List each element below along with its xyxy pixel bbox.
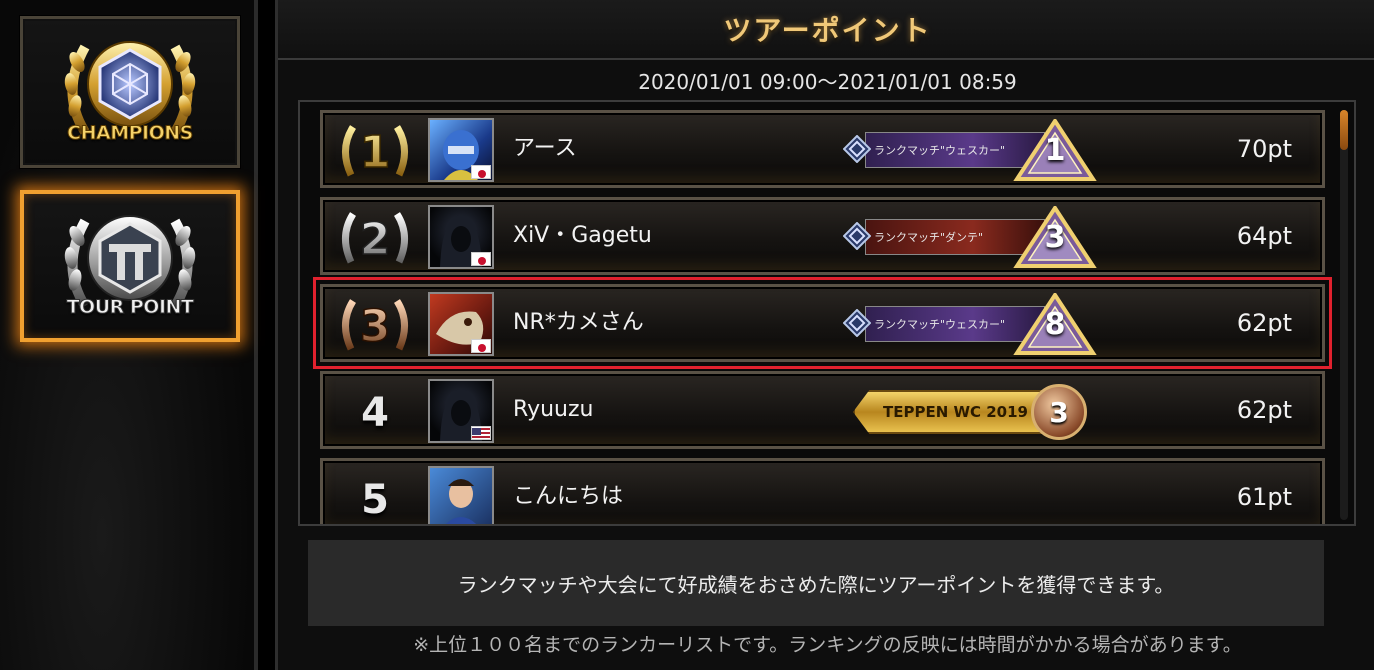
- points-value: 64pt: [1236, 222, 1292, 250]
- points-value: 62pt: [1236, 309, 1292, 337]
- rank-number: 2: [360, 214, 391, 265]
- japan-flag-icon: [471, 252, 491, 266]
- points-value: 62pt: [1236, 396, 1292, 424]
- info-box: ランクマッチや大会にて好成績をおさめた際にツアーポイントを獲得できます。: [308, 540, 1324, 626]
- badge-number: 3: [1049, 395, 1069, 429]
- avatar[interactable]: [428, 379, 494, 443]
- player-name: アース: [513, 136, 577, 161]
- badge-number: 8: [1044, 307, 1066, 342]
- champions-label: CHAMPIONS: [67, 122, 194, 145]
- us-flag-icon: [471, 426, 491, 440]
- player-name: Ryuuzu: [513, 397, 594, 422]
- japan-flag-icon: [471, 165, 491, 179]
- wc-badge-text: TEPPEN WC 2019: [882, 403, 1028, 421]
- avatar[interactable]: [428, 118, 494, 182]
- rank-badge: ランクマッチ"ウェスカー" 8: [843, 293, 1103, 355]
- sidebar: CHAMPIONS TOUR POINT: [0, 0, 258, 670]
- period-text: 2020/01/01 09:00～2021/01/01 08:59: [638, 70, 1017, 94]
- rank-number: 5: [361, 477, 389, 523]
- ranking-row[interactable]: 1 アース ランクマッチ"ウェスカー" 1 70pt: [320, 110, 1325, 188]
- player-name: こんにちは: [513, 484, 624, 509]
- wc-badge: TEPPEN WC 2019 3: [853, 382, 1103, 440]
- diamond-icon: [843, 135, 871, 163]
- page-title: ツアーポイント: [723, 14, 932, 47]
- japan-flag-icon: [471, 339, 491, 353]
- info-message: ランクマッチや大会にて好成績をおさめた際にツアーポイントを獲得できます。: [457, 572, 1175, 597]
- tour-point-label: TOUR POINT: [66, 296, 194, 319]
- rank-bronze-medal-icon: 3: [337, 293, 413, 355]
- tour-point-button[interactable]: TOUR POINT: [20, 190, 240, 342]
- rank-number: 1: [360, 127, 391, 178]
- rank-badge: ランクマッチ"ウェスカー" 1: [843, 119, 1103, 181]
- rank-number: 3: [360, 301, 391, 352]
- champions-button[interactable]: CHAMPIONS: [20, 16, 240, 168]
- champions-emblem-icon: CHAMPIONS: [45, 22, 215, 162]
- rank-badge: ランクマッチ"ダンテ" 3: [843, 206, 1103, 268]
- avatar[interactable]: [428, 205, 494, 269]
- scrollbar[interactable]: [1340, 110, 1348, 520]
- ranking-row[interactable]: 5 こんにちは 61pt: [320, 458, 1325, 524]
- title-bar: ツアーポイント: [278, 0, 1374, 60]
- tour-point-emblem-icon: TOUR POINT: [45, 196, 215, 336]
- wc-plate: TEPPEN WC 2019: [853, 390, 1058, 434]
- ranking-list[interactable]: 1 アース ランクマッチ"ウェスカー" 1 70pt 2 XiV・Gagetu …: [298, 100, 1356, 526]
- diamond-icon: [843, 222, 871, 250]
- rank-silver-medal-icon: 2: [337, 206, 413, 268]
- ranking-row-highlighted[interactable]: 3 NR*カメさん ランクマッチ"ウェスカー" 8 62pt: [313, 277, 1332, 369]
- scrollbar-thumb[interactable]: [1340, 110, 1348, 150]
- rank-gold-medal-icon: 1: [337, 119, 413, 181]
- wc-medal-icon: 3: [1031, 384, 1087, 440]
- avatar[interactable]: [428, 292, 494, 356]
- avatar[interactable]: [428, 466, 494, 524]
- ranking-row[interactable]: 4 Ryuuzu TEPPEN WC 2019 3 62pt: [320, 371, 1325, 449]
- footnote: ※上位１００名までのランカーリストです。ランキングの反映には時間がかかる場合があ…: [413, 634, 1242, 656]
- diamond-icon: [843, 309, 871, 337]
- player-name: XiV・Gagetu: [513, 223, 652, 248]
- tour-point-panel: ツアーポイント 2020/01/01 09:00～2021/01/01 08:5…: [275, 0, 1374, 670]
- badge-number: 3: [1044, 220, 1066, 255]
- points-value: 61pt: [1236, 483, 1292, 511]
- ranking-row[interactable]: 2 XiV・Gagetu ランクマッチ"ダンテ" 3 64pt: [320, 197, 1325, 275]
- player-name: NR*カメさん: [513, 310, 644, 335]
- badge-number: 1: [1044, 133, 1066, 168]
- points-value: 70pt: [1236, 135, 1292, 163]
- rank-number: 4: [361, 390, 389, 436]
